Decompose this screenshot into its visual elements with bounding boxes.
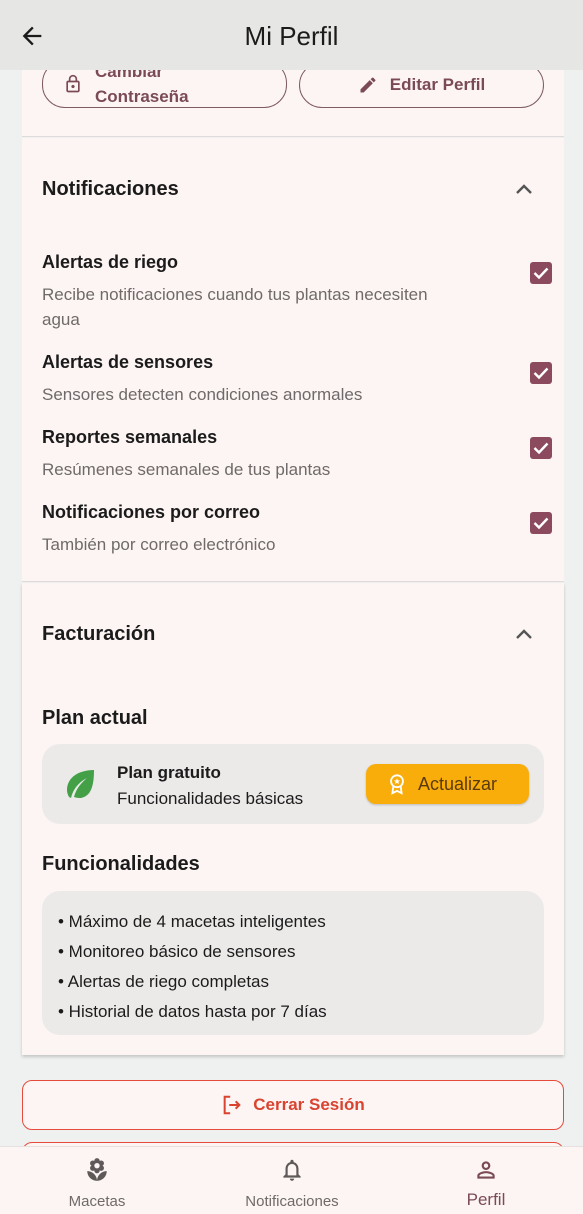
upgrade-label: Actualizar: [418, 773, 498, 794]
current-plan-heading: Plan actual: [42, 707, 148, 729]
plan-description: Funcionalidades básicas: [117, 789, 304, 808]
logout-icon: [223, 1095, 242, 1115]
notification-item-weekly: Reportes semanales Resúmenes semanales d…: [42, 427, 542, 482]
plan-name: Plan gratuito: [117, 763, 221, 782]
notification-item-title: Reportes semanales: [42, 427, 218, 447]
notification-item-title: Alertas de sensores: [42, 352, 214, 372]
bottom-navigation: Macetas Notificaciones Perfil: [0, 1146, 583, 1214]
plan-card: Plan gratuito Funcionalidades básicas Ac…: [42, 744, 544, 824]
notifications-card: Notificaciones Alertas de riego Recibe n…: [22, 138, 564, 582]
feature-item: • Alertas de riego completas: [58, 972, 270, 991]
feature-item: • Monitoreo básico de sensores: [58, 942, 296, 961]
leaf-icon: [67, 770, 94, 798]
feature-item: • Historial de datos hasta por 7 días: [58, 1002, 327, 1021]
app-bar: Mi Perfil: [0, 0, 583, 70]
checkbox-sensor-alerts[interactable]: [530, 362, 552, 384]
chevron-up-icon[interactable]: [514, 182, 534, 196]
checkbox-watering-alerts[interactable]: [530, 262, 552, 284]
notification-item-description: Resúmenes semanales de tus plantas: [42, 460, 331, 479]
scroll-content[interactable]: Cambiar Contraseña Editar Perfil Notific…: [0, 70, 583, 1146]
features-heading: Funcionalidades: [42, 853, 200, 875]
nav-item-macetas[interactable]: Macetas: [0, 1147, 194, 1214]
award-icon: [390, 774, 404, 795]
page-title: Mi Perfil: [244, 21, 339, 51]
upgrade-button[interactable]: Actualizar: [366, 764, 529, 804]
billing-card: Facturación Plan actual Plan gratuito Fu…: [22, 583, 564, 1055]
bell-icon: [283, 1159, 301, 1181]
edit-profile-label: Editar Perfil: [389, 75, 486, 94]
notifications-title: Notificaciones: [42, 178, 179, 200]
billing-title: Facturación: [42, 623, 156, 645]
person-icon: [477, 1161, 495, 1179]
logout-label: Cerrar Sesión: [253, 1095, 365, 1114]
pencil-icon: [360, 77, 376, 93]
notification-item-sensors: Alertas de sensores Sensores detecten co…: [42, 352, 542, 407]
checkbox-weekly-reports[interactable]: [530, 437, 552, 459]
nav-item-notificaciones[interactable]: Notificaciones: [195, 1147, 389, 1214]
notification-item-description: Recibe notificaciones cuando tus plantas…: [42, 285, 428, 329]
feature-item: • Máximo de 4 macetas inteligentes: [58, 912, 326, 931]
profile-actions-card: Cambiar Contraseña Editar Perfil: [22, 70, 564, 137]
check-icon: [533, 267, 549, 280]
change-password-button[interactable]: Cambiar Contraseña: [42, 70, 287, 108]
nav-label: Notificaciones: [245, 1193, 339, 1210]
logout-button[interactable]: Cerrar Sesión: [22, 1080, 564, 1130]
change-password-label: Cambiar Contraseña: [95, 70, 189, 106]
check-icon: [533, 367, 549, 380]
notification-item-watering: Alertas de riego Recibe notificaciones c…: [42, 252, 542, 332]
features-list: • Máximo de 4 macetas inteligentes • Mon…: [42, 891, 544, 1035]
checkbox-email-notifications[interactable]: [530, 512, 552, 534]
notification-item-title: Notificaciones por correo: [42, 502, 261, 522]
flower-icon: [87, 1158, 107, 1181]
notification-item-description: Sensores detecten condiciones anormales: [42, 385, 363, 404]
nav-label: Perfil: [466, 1190, 506, 1209]
notification-item-email: Notificaciones por correo También por co…: [42, 502, 542, 557]
chevron-up-icon[interactable]: [514, 627, 534, 641]
edit-profile-button[interactable]: Editar Perfil: [299, 70, 544, 108]
nav-item-perfil[interactable]: Perfil: [389, 1147, 583, 1214]
lock-icon: [66, 74, 80, 93]
check-icon: [533, 517, 549, 530]
notification-item-description: También por correo electrónico: [42, 535, 276, 554]
check-icon: [533, 442, 549, 455]
nav-label: Macetas: [68, 1193, 126, 1210]
notification-item-title: Alertas de riego: [42, 252, 179, 272]
